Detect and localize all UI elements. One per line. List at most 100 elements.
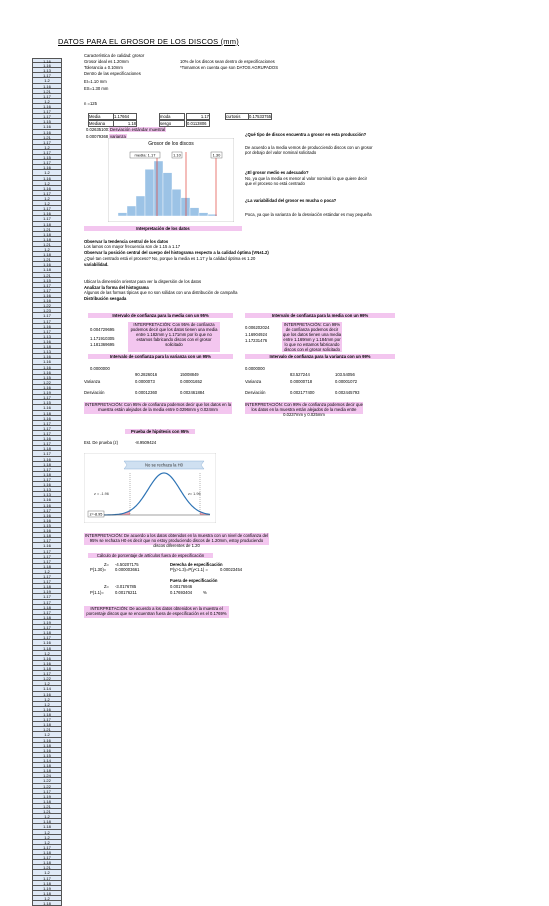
ei-label: EI=1.10 mm xyxy=(84,79,107,84)
p1-label: P(1.30)= xyxy=(90,567,107,572)
v95-var-label: Varianza xyxy=(84,379,101,384)
hist-bar xyxy=(180,197,191,217)
desv-value: 0.026351001 xyxy=(86,127,111,132)
mediana-label: Mediana xyxy=(88,120,114,127)
characteristic-label: Característica de calidad: grosor xyxy=(84,53,145,58)
ci-mean-95-header: Intervalo de confianza para la media con… xyxy=(88,313,233,318)
hist-title: Grosor de los discos xyxy=(148,141,194,147)
interp-line-9: Distribución sesgada xyxy=(84,296,127,301)
p-formula-value: 0.00023454 xyxy=(220,567,243,572)
data-cell[interactable]: 1.18 xyxy=(32,901,62,906)
v99-v1: 0.00000718 xyxy=(290,379,313,384)
pct-unit: % xyxy=(203,590,207,595)
histogram-chart: Grosor de los discos media: 1.17 1.10 1.… xyxy=(108,138,234,222)
p2-value: 0.00176211 xyxy=(115,590,137,595)
iv95-interpretation: INTERPRETACIÓN: Con 95% de confianza pod… xyxy=(84,402,232,414)
ci95-a: 0.004729695 xyxy=(90,327,115,332)
hist-label-es: 1.30 xyxy=(213,153,222,158)
media-value: 1.17664 xyxy=(113,113,137,120)
interp-line-3: Observar la posición central del cuerpo … xyxy=(84,250,269,255)
ci-var-99-header: Intervalo de confianza para la varianza … xyxy=(245,354,395,359)
mediana-value: 1.18 xyxy=(113,120,137,127)
p1-value: 0.000003661 xyxy=(115,567,140,572)
answer-3: Poca, ya que la varianza de la desviació… xyxy=(245,212,372,217)
hyp-header: Prueba de hipótesis con 95% xyxy=(125,429,195,434)
d95-1: 0.00012360 xyxy=(135,390,158,395)
es-label: ES=1.30 mm xyxy=(84,86,109,91)
d95-2: 0.002461884 xyxy=(180,390,205,395)
hist-bar xyxy=(171,189,182,217)
v99-n: 0.0000000 xyxy=(245,366,265,371)
sesgo-value: 0.0113806 xyxy=(186,120,210,127)
curtosis-label: curtosis xyxy=(225,113,249,120)
question-1: ¿Qué tipo de discos encuentra a grosor e… xyxy=(245,132,367,137)
ci95-c: 1.181369695 xyxy=(90,342,115,347)
d99-2: 0.002445793 xyxy=(335,390,360,395)
ci99-interpretation: INTERPRETACIÓN: Con 99% de confianza pod… xyxy=(282,322,342,352)
pct-within-label: 10% de los discos sean dentro de especif… xyxy=(180,59,275,64)
ci-var-95-header: Intervalo de confianza para la varianza … xyxy=(88,354,233,359)
z-observed-label: z=-8.95 xyxy=(90,513,103,517)
interp-line-5: variabilidad. xyxy=(84,262,109,267)
hyp-stat-value: -8.9509424 xyxy=(135,440,157,445)
curve-label: No se rechaza la H0 xyxy=(145,463,184,468)
ci95-b: 1.171910305 xyxy=(90,336,115,341)
v95-r2: 15008849 xyxy=(180,372,199,377)
hyp-interpretation: INTERPRETACIÓN: De acuerdo a los datos o… xyxy=(84,533,269,548)
nominal-label: Grosor ideal es 1.20mm xyxy=(84,59,129,64)
v95-v1: 0.0000073 xyxy=(135,379,155,384)
v99-r2: 103.54056 xyxy=(335,372,355,377)
hist-bar xyxy=(126,205,137,217)
iv99-interpretation: INTERPRETACIÓN: Con 99% de confianza pod… xyxy=(245,402,363,417)
curtosis-value: 0.17533755 xyxy=(248,113,272,120)
p-formula-label: P(y>1.3)=P(y<1.1) = xyxy=(170,567,208,572)
interp-line-2: Los lamos con mayor frecuencia son de 1.… xyxy=(84,244,181,249)
hist-label-ei: 1.10 xyxy=(173,153,182,158)
out-header: Cálculo de porcentaje de artículos fuera… xyxy=(88,553,213,558)
moda-value: 1.17 xyxy=(186,113,210,120)
ci99-b: 1.16904924 xyxy=(245,332,268,337)
z2-value: -3.0176785 xyxy=(115,584,137,589)
desv-label: Desviación estándar muestral xyxy=(109,127,167,132)
fuera-value: 0.00176946 xyxy=(170,584,193,589)
v99-v2: 0.00001072 xyxy=(335,379,358,384)
media-label: Media xyxy=(88,113,114,120)
z-right-label: z= 1.96 xyxy=(188,492,201,496)
tolerance-label: Tolerancia ± 0.10mm xyxy=(84,65,123,70)
hist-bar xyxy=(117,212,128,217)
hist-bar xyxy=(153,160,164,217)
hist-label-media: media: 1.17 xyxy=(135,153,157,158)
d99-label: Desviación xyxy=(245,390,266,395)
v95-n: 0.0000000 xyxy=(90,366,110,371)
data-column: 1.16 1.16 1.13 1.17 1.2 1.16 1.21 1.17 1.2 1.16 1.… xyxy=(32,58,62,906)
hist-bar xyxy=(207,214,218,217)
ci99-c: 1.17231476 xyxy=(245,338,268,343)
page-title: DATOS PARA EL GROSOR DE LOS DISCOS (mm) xyxy=(58,37,239,46)
hist-bar xyxy=(135,195,146,217)
ci95-interpretation: INTERPRETACIÓN: Con 95% de confianza pod… xyxy=(128,322,220,352)
question-3: ¿La variabilidad del grosor es mucha o p… xyxy=(245,198,337,203)
v99-var-label: Varianza xyxy=(245,379,262,384)
ci-mean-99-header: Intervalo de confianza para la media con… xyxy=(245,313,395,318)
n-label: n =125 xyxy=(84,101,97,106)
interp-header: Interpretación de los datos xyxy=(84,226,242,231)
hist-bar xyxy=(162,172,173,217)
p2-label: P(1.1)= xyxy=(90,590,104,595)
answer-1: De acuerdo a la media vemos de produccie… xyxy=(245,145,373,155)
hist-bar xyxy=(189,207,200,217)
var-value: 0.00079368 xyxy=(86,134,109,139)
normal-curve-chart: No se rechaza la H0 z = -1.96 z= 1.96 z=… xyxy=(84,453,216,523)
v95-v2: 0.00001652 xyxy=(180,379,203,384)
pct-value: 0.17693404 xyxy=(170,590,193,595)
sesgo-label: sesgo xyxy=(159,120,185,127)
answer-2: No, ya que la media es menor al valor no… xyxy=(245,176,367,186)
interp-line-6: Ubicar la dimensión orientar para ver la… xyxy=(84,279,202,284)
moda-label: moda xyxy=(159,113,185,120)
v95-r1: 90.2826016 xyxy=(135,372,158,377)
hist-bar xyxy=(198,212,209,217)
out-interpretation: INTERPRETACIÓN: De acuerdo a los datos o… xyxy=(84,606,229,618)
d95-label: Desviación xyxy=(84,390,105,395)
interp-line-8: Algunos de las formas típicas que no son… xyxy=(84,290,238,295)
d99-1: 0.002177400 xyxy=(290,390,315,395)
fuera-label: Fuera de especificación xyxy=(170,578,218,583)
